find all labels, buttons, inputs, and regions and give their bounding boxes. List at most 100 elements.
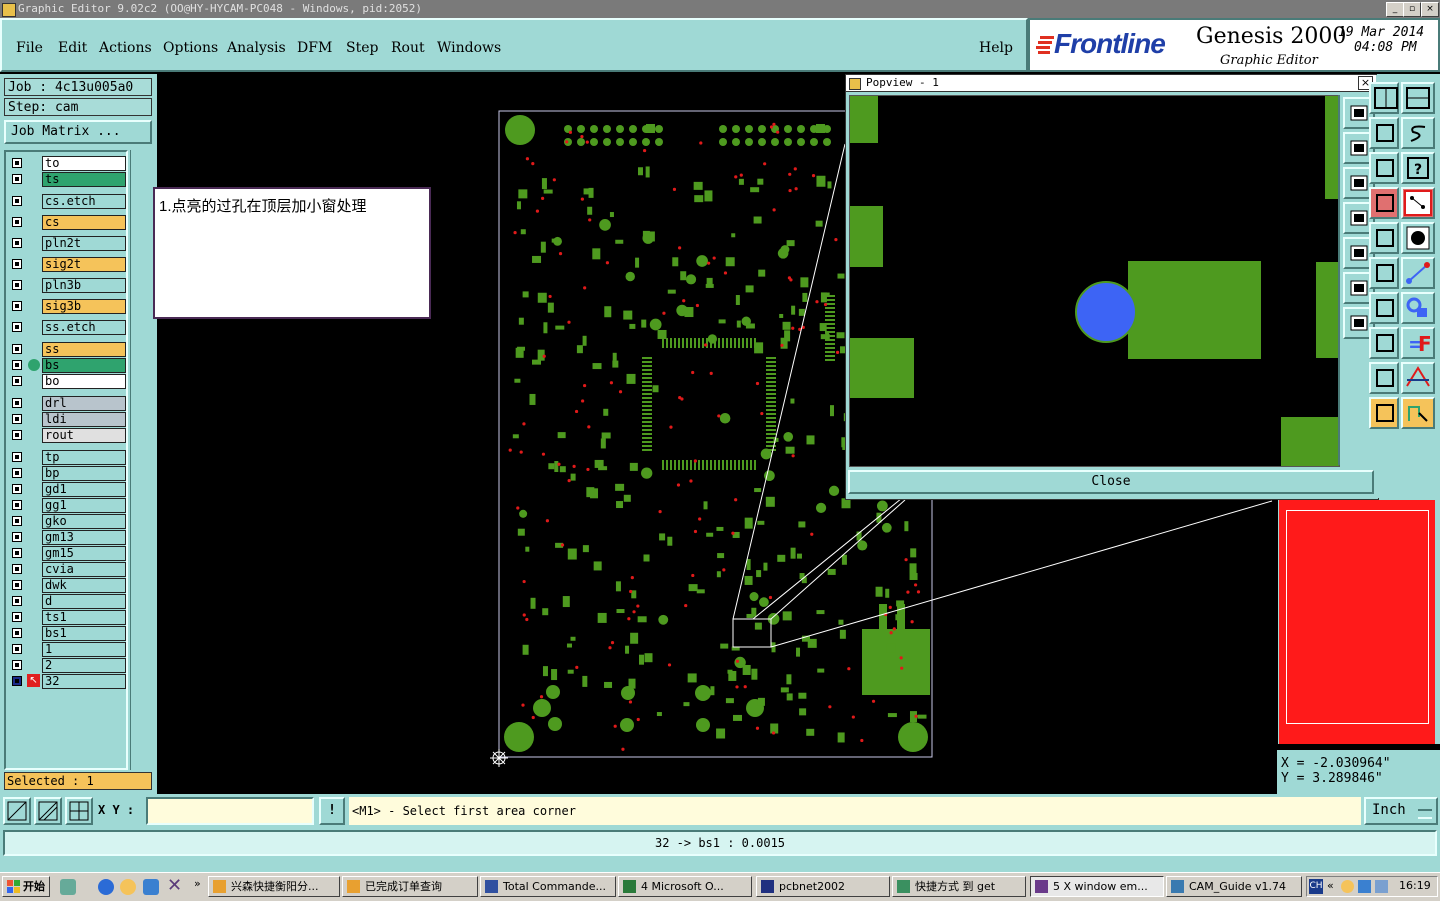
layer-name[interactable]: gko bbox=[42, 514, 126, 529]
window-single-icon[interactable] bbox=[1401, 82, 1435, 114]
layer-row-1[interactable]: 1 bbox=[8, 642, 126, 657]
layer-row-bs[interactable]: bs bbox=[8, 358, 126, 373]
layer-name[interactable]: 32 bbox=[42, 674, 126, 689]
taskbar-task[interactable]: pcbnet2002 bbox=[756, 876, 890, 897]
layer-row-2[interactable]: 2 bbox=[8, 658, 126, 673]
shape-icon[interactable]: = F bbox=[1401, 327, 1435, 359]
layer-row-32[interactable]: 32 ↖ bbox=[8, 674, 126, 689]
layer-row-gd1[interactable]: gd1 bbox=[8, 482, 126, 497]
start-button[interactable]: 开始 bbox=[2, 876, 50, 897]
layer-row-bs1[interactable]: bs1 bbox=[8, 626, 126, 641]
layer-name[interactable]: ldi bbox=[42, 412, 126, 427]
taskbar-task[interactable]: 5 X window em... bbox=[1030, 876, 1164, 897]
layer-row-ts1[interactable]: ts1 bbox=[8, 610, 126, 625]
help-icon[interactable]: ? bbox=[1401, 152, 1435, 184]
layer-name[interactable]: ts1 bbox=[42, 610, 126, 625]
menu-help[interactable]: Help bbox=[979, 40, 1013, 56]
window-split-icon[interactable] bbox=[1369, 82, 1399, 114]
menu-windows[interactable]: Windows bbox=[437, 40, 501, 56]
layer-name[interactable]: cvia bbox=[42, 562, 126, 577]
quicklaunch-icon[interactable] bbox=[60, 879, 76, 895]
layer-checkbox[interactable] bbox=[12, 660, 22, 670]
tray-network-icon[interactable] bbox=[1358, 880, 1371, 893]
layer-checkbox[interactable] bbox=[12, 217, 22, 227]
layer-row-cs[interactable]: cs bbox=[8, 215, 126, 230]
layer-checkbox[interactable] bbox=[12, 628, 22, 638]
tool-e-icon[interactable] bbox=[1369, 222, 1399, 254]
layer-checkbox[interactable] bbox=[12, 322, 22, 332]
close-icon[interactable]: × bbox=[1421, 2, 1439, 17]
layer-checkbox[interactable] bbox=[12, 158, 22, 168]
exclamation-button[interactable]: ! bbox=[319, 797, 345, 825]
tool-f-icon[interactable] bbox=[1369, 257, 1399, 289]
layer-checkbox[interactable] bbox=[12, 301, 22, 311]
layer-checkbox[interactable] bbox=[12, 596, 22, 606]
tool-d-icon[interactable] bbox=[1369, 187, 1399, 219]
grid-tool-icon[interactable] bbox=[65, 797, 93, 825]
layer-row-ts[interactable]: ts bbox=[8, 172, 126, 187]
job-matrix-button[interactable]: Job Matrix ... bbox=[4, 120, 152, 144]
layer-checkbox[interactable] bbox=[12, 238, 22, 248]
menu-actions[interactable]: Actions bbox=[99, 40, 152, 56]
menu-step[interactable]: Step bbox=[346, 40, 378, 56]
overview-map-frame[interactable] bbox=[1279, 500, 1435, 744]
layer-checkbox[interactable] bbox=[12, 548, 22, 558]
layer-row-gg1[interactable]: gg1 bbox=[8, 498, 126, 513]
layer-checkbox[interactable] bbox=[12, 564, 22, 574]
menu-file[interactable]: File bbox=[16, 40, 43, 56]
clock-app-icon[interactable] bbox=[120, 879, 136, 895]
layer-name[interactable]: cs bbox=[42, 215, 126, 230]
layer-name[interactable]: d bbox=[42, 594, 126, 609]
menu-edit[interactable]: Edit bbox=[58, 40, 87, 56]
tool-j-icon[interactable] bbox=[1369, 397, 1399, 429]
layer-checkbox[interactable] bbox=[12, 344, 22, 354]
taskbar-task[interactable]: 兴森快捷衡阳分... bbox=[208, 876, 340, 897]
menu-analysis[interactable]: Analysis bbox=[227, 40, 286, 56]
menu-dfm[interactable]: DFM bbox=[297, 40, 332, 56]
minimize-icon[interactable]: _ bbox=[1386, 2, 1404, 17]
layer-name[interactable]: gm13 bbox=[42, 530, 126, 545]
menu-rout[interactable]: Rout bbox=[391, 40, 425, 56]
layer-name[interactable]: ss.etch bbox=[42, 320, 126, 335]
popview-scrollbar[interactable] bbox=[1338, 95, 1340, 465]
layer-row-tp[interactable]: tp bbox=[8, 450, 126, 465]
layer-name[interactable]: bp bbox=[42, 466, 126, 481]
layer-checkbox[interactable] bbox=[12, 580, 22, 590]
layer-row-dwk[interactable]: dwk bbox=[8, 578, 126, 593]
layer-name[interactable]: bs bbox=[42, 358, 126, 373]
taskbar-task[interactable]: CAM_Guide v1.74 bbox=[1166, 876, 1302, 897]
layer-row-ss[interactable]: ss bbox=[8, 342, 126, 357]
tool-h-icon[interactable] bbox=[1369, 327, 1399, 359]
layer-name[interactable]: ss bbox=[42, 342, 126, 357]
layer-row-pln2t[interactable]: pln2t bbox=[8, 236, 126, 251]
tray-expand-icon[interactable]: « bbox=[1327, 879, 1334, 892]
layer-row-pln3b[interactable]: pln3b bbox=[8, 278, 126, 293]
layer-name[interactable]: drl bbox=[42, 396, 126, 411]
layer-row-bo[interactable]: bo bbox=[8, 374, 126, 389]
layer-checkbox[interactable] bbox=[12, 484, 22, 494]
popview-close-button[interactable]: Close bbox=[848, 470, 1374, 494]
layer-checkbox[interactable] bbox=[12, 532, 22, 542]
layer-checkbox[interactable] bbox=[12, 376, 22, 386]
route-icon[interactable] bbox=[1401, 397, 1435, 429]
layer-row-ss-etch[interactable]: ss.etch bbox=[8, 320, 126, 335]
layer-name[interactable]: tp bbox=[42, 450, 126, 465]
layer-row-to[interactable]: to bbox=[8, 156, 126, 171]
layer-name[interactable]: sig3b bbox=[42, 299, 126, 314]
layer-name[interactable]: gg1 bbox=[42, 498, 126, 513]
layer-checkbox[interactable] bbox=[12, 676, 22, 686]
tool-g-icon[interactable] bbox=[1369, 292, 1399, 324]
layer-checkbox[interactable] bbox=[12, 360, 22, 370]
layer-name[interactable]: gm15 bbox=[42, 546, 126, 561]
refresh-icon[interactable] bbox=[143, 879, 159, 895]
layer-checkbox[interactable] bbox=[12, 500, 22, 510]
layer-name[interactable]: rout bbox=[42, 428, 126, 443]
layer-checkbox[interactable] bbox=[12, 414, 22, 424]
layer-checkbox[interactable] bbox=[12, 452, 22, 462]
pad-icon[interactable] bbox=[1401, 222, 1435, 254]
layer-name[interactable]: bo bbox=[42, 374, 126, 389]
layer-row-gko[interactable]: gko bbox=[8, 514, 126, 529]
layer-checkbox[interactable] bbox=[12, 398, 22, 408]
layer-checkbox[interactable] bbox=[12, 196, 22, 206]
layer-row-rout[interactable]: rout bbox=[8, 428, 126, 443]
